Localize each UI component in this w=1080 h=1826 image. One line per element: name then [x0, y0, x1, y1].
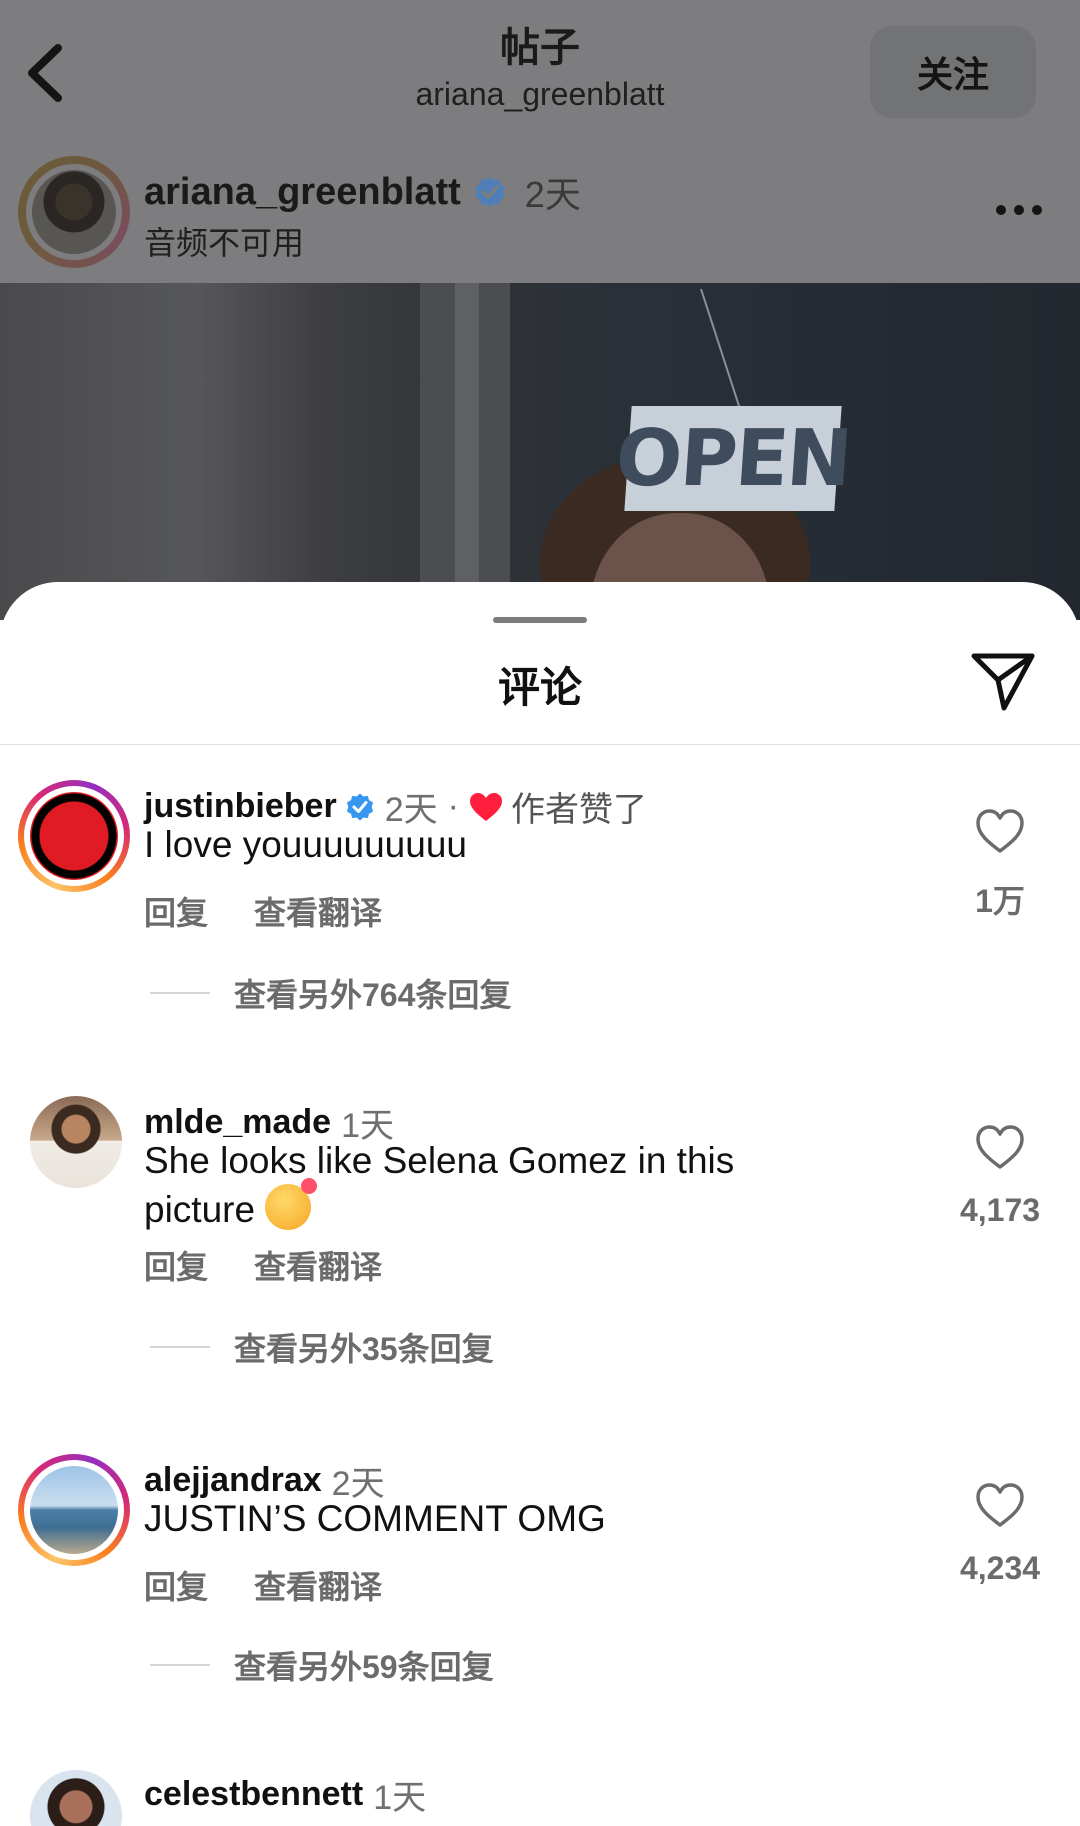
comment-avatar-gap — [24, 1460, 124, 1560]
image-open-sign-text: OPEN — [612, 413, 854, 504]
smiling-face-with-hearts-icon — [265, 1178, 318, 1230]
view-translation-button[interactable]: 查看翻译 — [254, 895, 382, 931]
share-send-icon[interactable] — [968, 646, 1038, 716]
comment-username[interactable]: mlde_made — [144, 1103, 331, 1142]
view-more-replies-button[interactable]: 查看另外59条回复 — [150, 1642, 494, 1688]
image-door-frame-edge — [455, 283, 479, 620]
comment-actions: 回复 查看翻译 — [144, 1562, 428, 1608]
author-avatar-gap — [26, 164, 122, 260]
comment-item: alejjandrax 2天 JUSTIN’S COMMENT OMG 回复 查看… — [0, 1454, 1080, 1744]
comment-avatar[interactable] — [18, 780, 130, 892]
reply-button[interactable]: 回复 — [144, 895, 208, 931]
author-avatar-photo — [32, 170, 116, 254]
image-sign-string — [700, 288, 743, 413]
comments-sheet: 评论 justinbieber 2天 · 作者赞了 I love youuuuu… — [0, 582, 1080, 1826]
top-navigation-bar: 帖子 ariana_greenblatt 关注 — [0, 0, 1080, 140]
comment-like-group[interactable]: 1万 — [960, 808, 1040, 922]
view-more-replies-label: 查看另外35条回复 — [234, 1331, 494, 1367]
verified-badge-icon — [346, 793, 373, 820]
comment-like-group[interactable]: 4,173 — [940, 1124, 1060, 1229]
sheet-divider — [0, 744, 1080, 745]
follow-button[interactable]: 关注 — [870, 26, 1036, 118]
post-author-row: ariana_greenblatt 2天 音频不可用 — [0, 142, 1080, 282]
comment-username[interactable]: celestbennett — [144, 1775, 363, 1814]
author-liked-heart-icon — [469, 792, 502, 821]
heart-outline-icon[interactable] — [975, 1482, 1025, 1528]
sheet-drag-handle[interactable] — [493, 617, 587, 623]
comment-avatar[interactable] — [18, 1454, 130, 1566]
author-name-line: ariana_greenblatt 2天 — [144, 166, 581, 218]
reply-button[interactable]: 回复 — [144, 1249, 208, 1285]
replies-line — [150, 1346, 210, 1348]
view-translation-button[interactable]: 查看翻译 — [254, 1569, 382, 1605]
comment-time: 1天 — [373, 1779, 427, 1817]
reply-button[interactable]: 回复 — [144, 1569, 208, 1605]
comment-header: celestbennett 1天 — [144, 1770, 426, 1819]
comment-actions: 回复 查看翻译 — [144, 888, 428, 934]
like-count: 4,173 — [959, 1192, 1041, 1228]
comment-text: I love youuuuuuuuu — [144, 824, 467, 865]
comment-avatar[interactable] — [30, 1096, 122, 1188]
author-avatar[interactable] — [18, 156, 130, 268]
comment-username[interactable]: justinbieber — [144, 787, 337, 826]
replies-line — [150, 992, 210, 994]
comment-avatar-gap — [24, 786, 124, 886]
view-more-replies-button[interactable]: 查看另外35条回复 — [150, 1324, 494, 1370]
view-more-replies-label: 查看另外59条回复 — [234, 1649, 494, 1685]
comment-avatar-photo — [30, 792, 118, 880]
verified-badge-icon — [474, 176, 505, 208]
audio-status: 音频不可用 — [144, 225, 305, 261]
comment-text-body: She looks like Selena Gomez in this pict… — [144, 1140, 735, 1230]
heart-outline-icon[interactable] — [975, 808, 1025, 854]
post-background: 帖子 ariana_greenblatt 关注 ariana_greenblat… — [0, 0, 1080, 620]
comment-username[interactable]: alejjandrax — [144, 1461, 322, 1500]
image-open-sign: OPEN — [613, 406, 853, 511]
replies-line — [150, 1664, 210, 1666]
view-more-replies-button[interactable]: 查看另外764条回复 — [150, 970, 511, 1016]
comment-like-group[interactable]: 4,234 — [940, 1482, 1060, 1587]
comments-title: 评论 — [497, 664, 582, 711]
view-translation-button[interactable]: 查看翻译 — [254, 1249, 382, 1285]
like-count: 1万 — [975, 883, 1025, 919]
like-count: 4,234 — [959, 1550, 1041, 1586]
comment-item: mlde_made 1天 She looks like Selena Gomez… — [0, 1096, 1080, 1406]
comment-actions: 回复 查看翻译 — [144, 1242, 428, 1288]
comment-avatar[interactable] — [30, 1770, 122, 1826]
comment-item: celestbennett 1天 — [0, 1770, 1080, 1826]
author-username[interactable]: ariana_greenblatt — [144, 171, 461, 214]
view-more-replies-label: 查看另外764条回复 — [234, 977, 512, 1013]
post-image[interactable]: OPEN — [0, 283, 1080, 620]
comment-separator: · — [447, 787, 459, 825]
comment-text: She looks like Selena Gomez in this pict… — [144, 1138, 824, 1233]
post-time: 2天 — [524, 174, 581, 215]
more-options-icon[interactable] — [994, 198, 1044, 222]
comment-item: justinbieber 2天 · 作者赞了 I love youuuuuuuu… — [0, 780, 1080, 1070]
comment-avatar-photo — [30, 1466, 118, 1554]
comment-text: JUSTIN’S COMMENT OMG — [144, 1498, 606, 1539]
heart-outline-icon[interactable] — [975, 1124, 1025, 1170]
